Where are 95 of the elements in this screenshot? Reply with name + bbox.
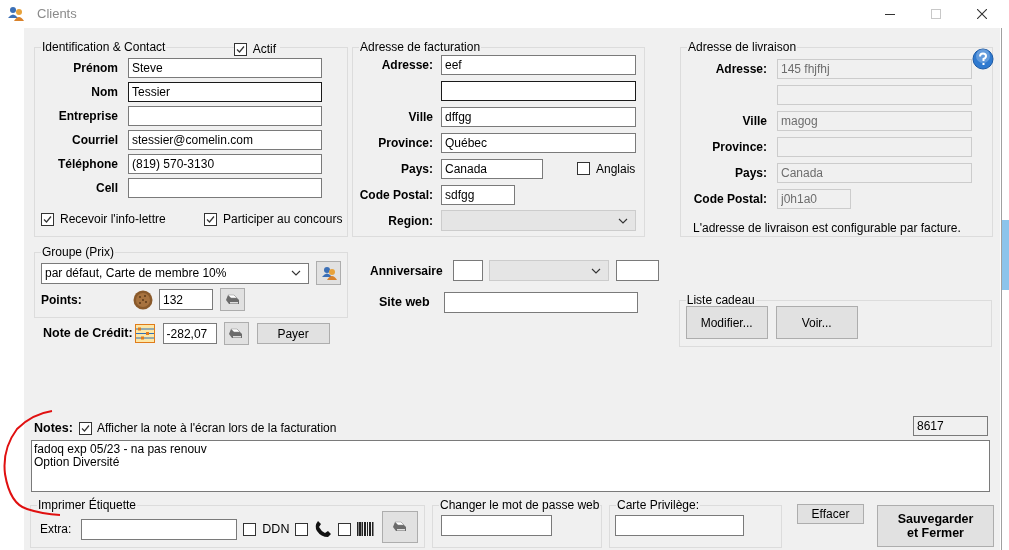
checkbox[interactable] <box>41 212 54 226</box>
input-field[interactable]: Québec <box>441 132 636 153</box>
pay-button[interactable]: Payer <box>256 323 330 344</box>
checkbox-label: Afficher la note à l'écran lors de la facturation <box>96 420 337 437</box>
caret-icon <box>618 217 628 224</box>
dropdown[interactable]: par défaut, Carte de membre 10% <box>41 262 309 284</box>
group-title: Changer le mot de passe web <box>439 498 601 512</box>
field-label: Entreprise <box>57 108 118 125</box>
field-label: Code Postal: <box>359 187 433 202</box>
barcode-icon <box>357 522 375 536</box>
checkbox-label: Participer au concours <box>223 211 343 228</box>
input-field[interactable]: stessier@comelin.com <box>128 130 322 150</box>
caret-icon <box>590 267 601 274</box>
print-button[interactable] <box>220 288 245 311</box>
gift-list-button[interactable]: Modifier... <box>685 306 768 339</box>
printer-icon <box>228 327 245 340</box>
group-title: Groupe (Prix) <box>41 245 116 259</box>
group-title: Adresse de facturation <box>359 40 482 54</box>
field-label: Province: <box>378 135 433 150</box>
input-field[interactable] <box>615 260 659 281</box>
input-field[interactable]: Steve <box>128 58 322 78</box>
input-field[interactable]: Tessier <box>128 82 322 102</box>
caret-icon <box>291 270 301 276</box>
field-label: Téléphone <box>57 156 118 173</box>
client-number-field[interactable]: 8617 <box>913 416 988 436</box>
extra-label: Extra: <box>40 521 72 538</box>
printer-icon <box>224 293 241 306</box>
input-field[interactable] <box>128 106 322 126</box>
checkbox-label: DDN <box>262 520 290 538</box>
field-label: Pays: <box>734 166 767 180</box>
people-icon <box>320 265 337 281</box>
checkbox-label: Actif <box>252 41 276 58</box>
group-title: Imprimer Étiquette <box>37 498 138 512</box>
field-label: Ville <box>742 114 767 128</box>
input-field[interactable]: sdfgg <box>441 184 515 205</box>
field-label: Prénom <box>72 60 118 77</box>
input-field[interactable] <box>81 518 238 540</box>
phone-icon <box>314 520 333 538</box>
checkbox[interactable] <box>78 421 92 435</box>
checkbox-label: Anglais <box>596 160 636 178</box>
notes-field[interactable]: fadoq exp 05/23 - na pas renouv Option Diversité <box>31 440 990 492</box>
input-field[interactable]: dffgg <box>441 106 636 127</box>
input-field[interactable] <box>128 178 322 198</box>
clear-button[interactable]: Effacer <box>797 504 864 524</box>
notes-label: Notes: <box>34 419 73 437</box>
help-icon[interactable] <box>972 48 994 70</box>
field-label: Province: <box>712 140 767 154</box>
group-title: Liste cadeau <box>685 293 756 307</box>
birthday-label: Anniversaire <box>370 262 443 279</box>
field-label: Courriel <box>71 132 118 149</box>
field-label: Cell <box>95 180 118 197</box>
print-button[interactable] <box>382 511 419 543</box>
checkbox-label: Recevoir l'info-lettre <box>60 211 166 228</box>
checkbox[interactable] <box>577 162 590 175</box>
input-field[interactable] <box>441 80 636 101</box>
group-title: Adresse de livraison <box>687 40 798 54</box>
input-field[interactable]: (819) 570-3130 <box>128 154 322 174</box>
window-title: Clients <box>37 5 77 24</box>
group-title: Identification & Contact <box>41 40 167 54</box>
field-label: Region: <box>388 213 433 228</box>
checkbox[interactable] <box>243 522 257 536</box>
print-button[interactable] <box>223 322 249 345</box>
website-label: Site web <box>379 294 431 312</box>
close-icon <box>977 9 987 19</box>
printer-icon <box>392 521 409 533</box>
app-icon <box>7 6 25 22</box>
group-button[interactable] <box>316 261 341 285</box>
input-field[interactable]: 132 <box>159 289 213 310</box>
field-label: Adresse: <box>381 57 433 72</box>
shipping-note: L'adresse de livraison est configurable par facture. <box>693 220 962 237</box>
input-field[interactable] <box>444 292 638 313</box>
points-label: Points: <box>41 291 83 309</box>
input-field[interactable]: Canada <box>441 158 543 179</box>
abacus-icon <box>134 324 155 343</box>
checkbox[interactable] <box>295 522 309 536</box>
checkbox[interactable] <box>338 522 352 536</box>
checkbox[interactable] <box>233 42 247 56</box>
group-title: Carte Privilège: <box>616 498 701 512</box>
minimize-icon <box>885 13 895 15</box>
input-field[interactable] <box>452 260 483 281</box>
credit-label: Note de Crédit: <box>43 325 133 343</box>
field-label: Code Postal: <box>693 192 767 206</box>
input-field[interactable] <box>615 515 744 536</box>
field-label: Ville <box>408 109 433 124</box>
checkbox[interactable] <box>204 212 217 226</box>
input-field[interactable]: -282,07 <box>162 323 217 344</box>
maximize-icon <box>931 9 941 19</box>
gift-list-button[interactable]: Voir... <box>775 306 858 339</box>
input-field[interactable]: eef <box>441 54 636 75</box>
field-label: Adresse: <box>715 62 767 76</box>
field-label: Nom <box>90 84 118 101</box>
save-button[interactable]: Sauvegarder et Fermer <box>877 505 994 547</box>
input-field[interactable] <box>441 515 552 536</box>
coin-icon <box>133 289 153 310</box>
field-label: Pays: <box>400 161 433 176</box>
